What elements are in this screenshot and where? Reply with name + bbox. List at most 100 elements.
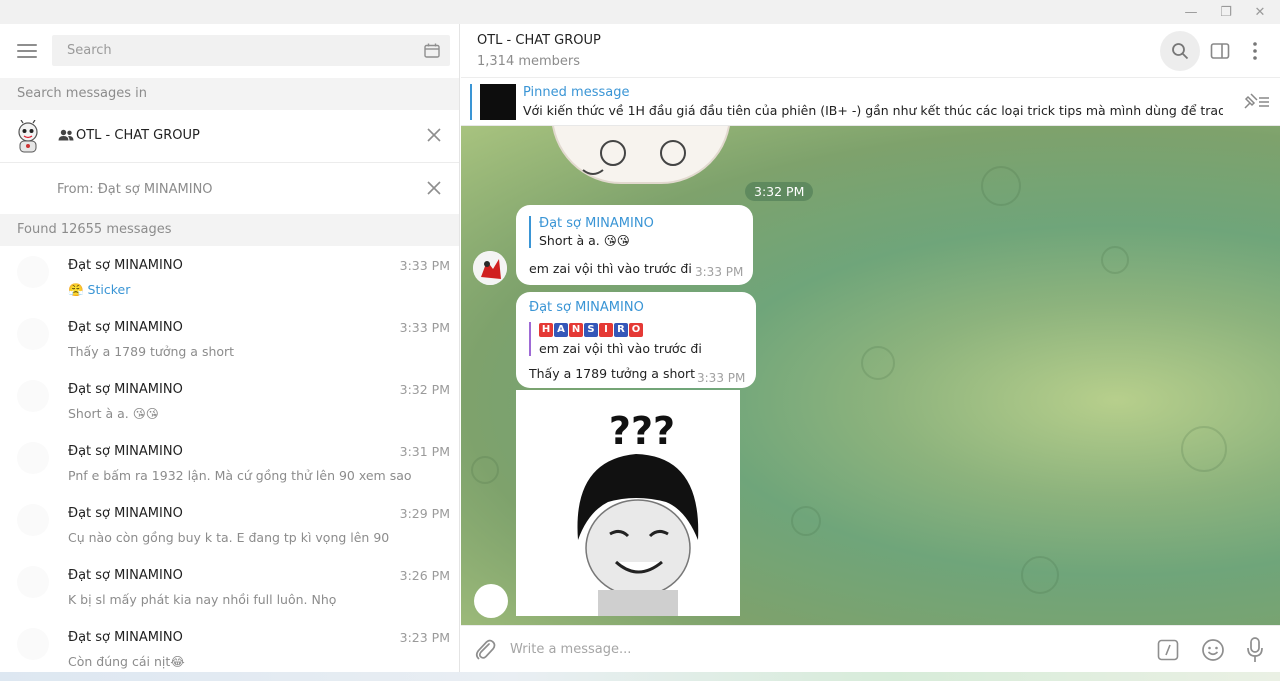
list-item[interactable]: Đạt sợ MINAMINO 3:31 PM Pnf e bấm ra 193… — [0, 432, 459, 494]
sender-avatar-image — [473, 251, 507, 285]
result-preview: K bị sl mấy phát kia nay nhồi full luôn.… — [68, 592, 337, 607]
result-preview: Pnf e bấm ra 1932 lận. Mà cứ gồng thử lê… — [68, 468, 412, 483]
list-item[interactable]: Đạt sợ MINAMINO 3:23 PM Còn đúng cái nịt… — [0, 618, 459, 680]
message-input[interactable] — [510, 635, 1110, 663]
list-item[interactable]: Đạt sợ MINAMINO 3:32 PM Short à a. 😘😘 — [0, 370, 459, 432]
result-preview: Còn đúng cái nịt😂 — [68, 654, 185, 669]
chat-title[interactable]: OTL - CHAT GROUP — [477, 33, 601, 48]
avatar — [17, 256, 49, 288]
result-sender: Đạt sợ MINAMINO — [68, 444, 183, 459]
attach-icon[interactable] — [474, 638, 496, 662]
search-box[interactable] — [52, 35, 450, 66]
name-letter-badge: H — [539, 323, 553, 337]
reply-text: em zai vội thì vào trước đi — [539, 341, 702, 356]
result-preview: Short à a. 😘😘 — [68, 406, 159, 421]
wallpaper-doodle — [471, 456, 499, 484]
wallpaper-doodle — [1021, 556, 1059, 594]
close-window-button[interactable]: ✕ — [1249, 2, 1271, 22]
avatar — [17, 566, 49, 598]
reply-sender: Đạt sợ MINAMINO — [539, 216, 654, 231]
from-filter-label: From: Đạt sợ MINAMINO — [57, 182, 213, 197]
message-composer — [461, 625, 1280, 672]
reply-text: Short à a. 😘😘 — [539, 233, 630, 248]
message-bubble[interactable]: Đạt sợ MINAMINO HANSIRO em zai vội thì v… — [516, 292, 756, 388]
result-sender: Đạt sợ MINAMINO — [68, 630, 183, 645]
pinned-message-bar[interactable]: Pinned message Với kiến thức về 1H đầu g… — [461, 78, 1280, 126]
search-button[interactable] — [1160, 31, 1200, 71]
result-preview: 😤 Sticker — [68, 282, 131, 297]
minimize-button[interactable]: — — [1180, 2, 1202, 22]
message-time: 3:33 PM — [695, 265, 744, 279]
calendar-icon[interactable] — [424, 43, 440, 58]
avatar — [17, 628, 49, 660]
result-time: 3:23 PM — [399, 630, 450, 645]
close-icon[interactable] — [427, 181, 441, 195]
unpin-icon[interactable] — [1242, 92, 1270, 112]
name-letter-badge: S — [584, 323, 598, 337]
chat-header: OTL - CHAT GROUP 1,314 members — [461, 24, 1280, 78]
message-bubble[interactable]: Đạt sợ MINAMINO Short à a. 😘😘 em zai vội… — [516, 205, 753, 285]
result-time: 3:29 PM — [399, 506, 450, 521]
taskbar-strip — [0, 672, 1280, 681]
avatar — [17, 380, 49, 412]
result-sender: Đạt sợ MINAMINO — [68, 568, 183, 583]
bot-command-icon[interactable] — [1157, 639, 1179, 661]
sticker-message[interactable]: ??? — [516, 390, 740, 616]
chat-panel: OTL - CHAT GROUP 1,314 members Pinned me… — [461, 24, 1280, 681]
pinned-title: Pinned message — [523, 85, 630, 100]
avatar — [17, 504, 49, 536]
group-icon — [58, 129, 74, 141]
microphone-icon[interactable] — [1247, 637, 1263, 663]
result-time: 3:31 PM — [399, 444, 450, 459]
more-icon[interactable] — [1245, 40, 1265, 62]
reply-quote[interactable]: Đạt sợ MINAMINO Short à a. 😘😘 — [529, 216, 654, 248]
result-sender: Đạt sợ MINAMINO — [68, 258, 183, 273]
close-icon[interactable] — [427, 128, 441, 142]
window-titlebar: — ❐ ✕ — [0, 0, 1280, 24]
list-item[interactable]: Đạt sợ MINAMINO 3:29 PM Cụ nào còn gồng … — [0, 494, 459, 556]
avatar — [17, 442, 49, 474]
scroll-down-button[interactable] — [474, 584, 508, 618]
message-text: em zai vội thì vào trước đi — [529, 261, 692, 276]
result-time: 3:33 PM — [399, 320, 450, 335]
pinned-thumbnail — [480, 84, 516, 120]
reply-name-badges: HANSIRO — [539, 322, 702, 338]
result-sender: Đạt sợ MINAMINO — [68, 320, 183, 335]
avatar[interactable] — [473, 251, 507, 285]
name-letter-badge: R — [614, 323, 628, 337]
result-time: 3:33 PM — [399, 258, 450, 273]
group-avatar — [18, 120, 38, 153]
message-sender: Đạt sợ MINAMINO — [529, 300, 644, 315]
name-letter-badge: A — [554, 323, 568, 337]
avatar — [17, 318, 49, 350]
message-text: Thấy a 1789 tưởng a short — [529, 366, 696, 381]
list-item[interactable]: Đạt sợ MINAMINO 3:33 PM Thấy a 1789 tưởn… — [0, 308, 459, 370]
menu-icon[interactable] — [17, 44, 37, 58]
sticker-caption: ??? — [609, 409, 675, 453]
emoji-icon[interactable] — [1201, 638, 1225, 662]
result-sender: Đạt sợ MINAMINO — [68, 382, 183, 397]
result-time: 3:32 PM — [399, 382, 450, 397]
result-time: 3:26 PM — [399, 568, 450, 583]
maximize-button[interactable]: ❐ — [1215, 2, 1237, 22]
search-icon — [1172, 43, 1189, 60]
name-letter-badge: O — [629, 323, 643, 337]
result-preview: Thấy a 1789 tưởng a short — [68, 344, 235, 359]
message-area[interactable]: 3:32 PM Đạt sợ MINAMINO Short à a. 😘😘 em… — [461, 126, 1280, 625]
from-filter-row[interactable]: From: Đạt sợ MINAMINO — [0, 163, 459, 216]
pinned-accent-bar — [470, 84, 472, 120]
search-input[interactable] — [52, 35, 392, 66]
list-item[interactable]: Đạt sợ MINAMINO 3:26 PM K bị sl mấy phát… — [0, 556, 459, 618]
message-time: 3:33 PM — [697, 371, 746, 385]
chat-filter-label: OTL - CHAT GROUP — [76, 128, 200, 143]
chat-filter-row[interactable]: OTL - CHAT GROUP — [0, 110, 459, 163]
search-sidebar: Search messages in OTL - CHAT GROUP From… — [0, 24, 460, 681]
wallpaper-doodle — [981, 166, 1021, 206]
sticker-face — [582, 140, 686, 175]
result-preview: Cụ nào còn gồng buy k ta. E đang tp kì v… — [68, 530, 390, 545]
wallpaper-doodle — [861, 346, 895, 380]
side-panel-icon[interactable] — [1210, 41, 1230, 61]
sticker-partial[interactable] — [551, 126, 731, 184]
reply-quote[interactable]: HANSIRO em zai vội thì vào trước đi — [529, 322, 702, 356]
list-item[interactable]: Đạt sợ MINAMINO 3:33 PM 😤 Sticker — [0, 246, 459, 308]
